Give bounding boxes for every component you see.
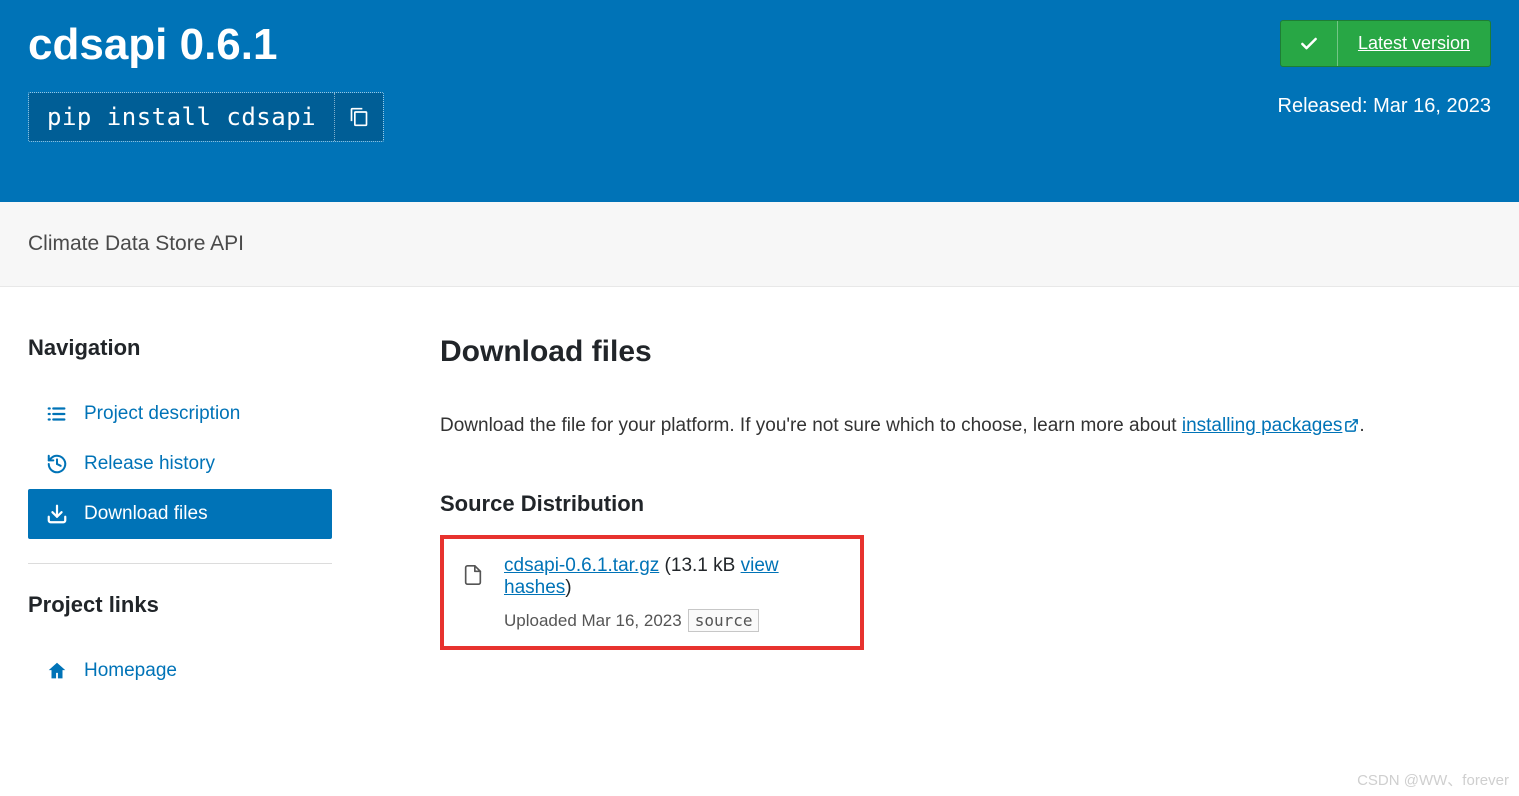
home-icon [46, 660, 68, 682]
file-line-2: Uploaded Mar 16, 2023 source [504, 609, 842, 632]
file-uploaded-text: Uploaded Mar 16, 2023 [504, 611, 682, 631]
file-size-prefix: (13.1 kB [665, 555, 741, 576]
main-content-wrap: Navigation Project description Release h… [0, 287, 1519, 736]
lead-prefix: Download the file for your platform. If … [440, 415, 1182, 436]
lead-paragraph: Download the file for your platform. If … [440, 415, 1491, 439]
file-source-tag: source [688, 609, 760, 632]
project-links-heading: Project links [28, 592, 332, 618]
sidebar-item-label: Release history [84, 453, 215, 475]
lead-link-text: installing packages [1182, 415, 1343, 436]
latest-version-label: Latest version [1338, 21, 1490, 66]
sidebar-link-label: Homepage [84, 660, 177, 682]
document-icon [462, 561, 484, 594]
watermark: CSDN @WW、forever [1357, 769, 1509, 790]
content-title: Download files [440, 335, 1491, 369]
released-date: Released: Mar 16, 2023 [1278, 95, 1491, 118]
external-link-icon [1344, 417, 1359, 439]
package-title: cdsapi 0.6.1 [28, 20, 1278, 70]
pip-install-row: pip install cdsapi [28, 92, 384, 142]
check-icon-wrap [1281, 21, 1338, 66]
sidebar-item-label: Download files [84, 503, 208, 525]
sidebar-item-release-history[interactable]: Release history [28, 439, 332, 489]
sidebar-item-download-files[interactable]: Download files [28, 489, 332, 539]
list-lines-icon [46, 403, 68, 425]
content-area: Download files Download the file for you… [360, 307, 1519, 696]
header-right: Latest version Released: Mar 16, 2023 [1278, 20, 1491, 118]
header-left: cdsapi 0.6.1 pip install cdsapi [28, 20, 1278, 142]
lead-suffix: . [1359, 415, 1364, 436]
source-distribution-heading: Source Distribution [440, 491, 1491, 517]
file-details: cdsapi-0.6.1.tar.gz (13.1 kB view hashes… [504, 555, 842, 632]
check-icon [1299, 34, 1319, 54]
copy-button[interactable] [335, 93, 383, 141]
source-file-card: cdsapi-0.6.1.tar.gz (13.1 kB view hashes… [440, 535, 864, 650]
history-icon [46, 453, 68, 475]
download-icon [46, 503, 68, 525]
nav-heading: Navigation [28, 335, 332, 361]
sidebar-divider [28, 563, 332, 564]
sidebar: Navigation Project description Release h… [0, 307, 360, 696]
sidebar-link-homepage[interactable]: Homepage [28, 646, 332, 696]
latest-version-badge[interactable]: Latest version [1280, 20, 1491, 67]
installing-packages-link[interactable]: installing packages [1182, 415, 1360, 436]
pip-command-text[interactable]: pip install cdsapi [29, 93, 335, 141]
package-summary: Climate Data Store API [0, 202, 1519, 287]
sidebar-item-project-description[interactable]: Project description [28, 389, 332, 439]
copy-icon [349, 107, 369, 127]
sidebar-item-label: Project description [84, 403, 240, 425]
file-line-1: cdsapi-0.6.1.tar.gz (13.1 kB view hashes… [504, 555, 842, 599]
file-size-suffix: ) [565, 577, 571, 598]
package-header: cdsapi 0.6.1 pip install cdsapi Latest v… [0, 0, 1519, 202]
file-download-link[interactable]: cdsapi-0.6.1.tar.gz [504, 555, 659, 576]
